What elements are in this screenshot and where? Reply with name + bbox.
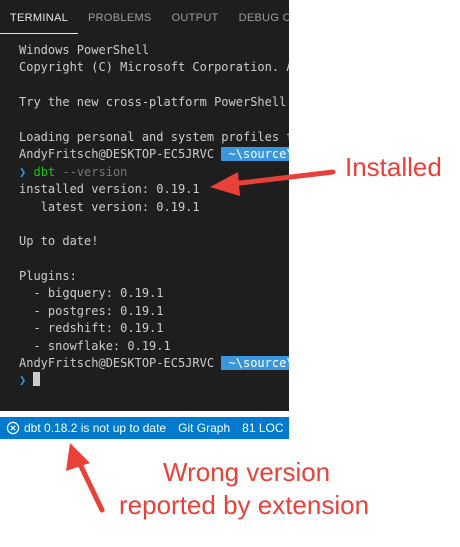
annotation-arrows (66, 169, 336, 513)
wrong-version-arrow-icon (66, 443, 105, 513)
installed-arrow-icon (210, 169, 336, 196)
